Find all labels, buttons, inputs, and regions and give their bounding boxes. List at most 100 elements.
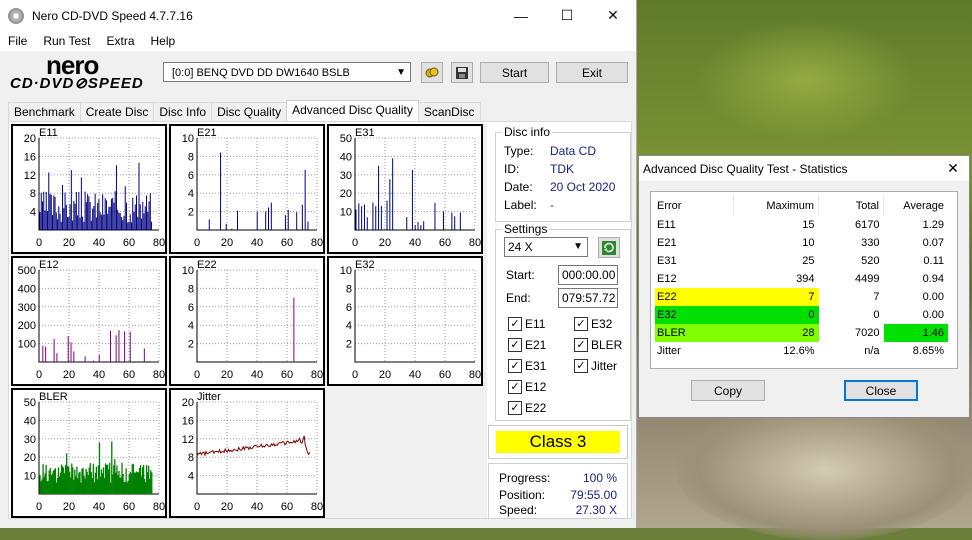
y-tick-label: 6 — [188, 170, 194, 182]
y-tick-label: 8 — [188, 283, 194, 295]
speed-select[interactable]: 24 X ▼ — [504, 237, 588, 257]
check-icon: ✓ — [574, 317, 588, 331]
progress-label: Progress: — [499, 471, 551, 485]
cell-error: BLER — [655, 324, 734, 342]
disc-info-group: Disc info Type: Data CD ID: TDK Date: 20… — [495, 125, 631, 222]
cell-error: E21 — [657, 237, 677, 249]
disc-id: TDK — [550, 162, 574, 176]
cell-total: 7020 — [855, 327, 880, 339]
graph-e32: E32 0 20 40 60 80 10 8 6 4 2 — [327, 256, 483, 386]
end-label: End: — [506, 291, 531, 305]
cell-maximum: 0 — [733, 306, 819, 324]
copy-button[interactable]: Copy — [691, 380, 765, 401]
cell-average: 8.65% — [912, 345, 944, 357]
checkbox-e11[interactable]: ✓ E11 — [508, 317, 545, 331]
graph-e12: E12 0 20 40 60 80 500 400 300 200 100 — [11, 256, 167, 386]
cell-maximum: 12.6% — [783, 345, 815, 357]
checkbox-e31[interactable]: ✓ E31 — [508, 359, 546, 373]
y-tick-label: 300 — [18, 302, 36, 314]
checkbox-e12[interactable]: ✓ E12 — [508, 380, 546, 394]
y-tick-label: 6 — [188, 302, 194, 314]
close-button[interactable]: ✕ — [590, 0, 636, 31]
end-field[interactable]: 079:57.72 — [558, 288, 618, 308]
y-tick-label: 20 — [24, 452, 36, 464]
menu-extra[interactable]: Extra — [98, 34, 142, 48]
cell-total: 520 — [861, 255, 880, 267]
x-tick-label: 60 — [281, 501, 293, 513]
x-tick-label: 60 — [439, 369, 451, 381]
checkbox-label: E32 — [591, 317, 613, 331]
x-tick-label: 20 — [63, 237, 75, 249]
x-tick-label: 80 — [153, 369, 165, 381]
y-tick-label: 30 — [24, 434, 36, 446]
start-button[interactable]: Start — [480, 62, 549, 83]
y-tick-label: 20 — [24, 133, 36, 145]
x-tick-label: 40 — [93, 369, 105, 381]
save-icon[interactable] — [451, 62, 473, 83]
maximize-button[interactable]: ☐ — [544, 0, 590, 31]
menu-file[interactable]: File — [0, 34, 35, 48]
menu-run-test[interactable]: Run Test — [35, 34, 98, 48]
x-tick-label: 60 — [281, 237, 293, 249]
cell-total: 4499 — [855, 273, 880, 285]
x-tick-label: 80 — [153, 501, 165, 513]
start-field[interactable]: 000:00.00 — [558, 265, 618, 285]
graph-title: E12 — [39, 259, 59, 271]
check-icon: ✓ — [508, 317, 522, 331]
checkbox-e21[interactable]: ✓ E21 — [508, 338, 546, 352]
refresh-icon[interactable] — [598, 237, 620, 258]
checkbox-e32[interactable]: ✓ E32 — [574, 317, 612, 331]
tab-disc-quality[interactable]: Disc Quality — [211, 102, 288, 122]
check-icon: ✓ — [508, 380, 522, 394]
x-tick-label: 0 — [36, 501, 42, 513]
dialog-close-icon[interactable]: ✕ — [937, 160, 969, 177]
x-tick-label: 20 — [63, 369, 75, 381]
x-tick-label: 0 — [352, 237, 358, 249]
tab-scandisc[interactable]: ScanDisc — [417, 102, 481, 122]
x-tick-label: 40 — [93, 501, 105, 513]
dialog-close-button[interactable]: Close — [844, 380, 918, 401]
checkbox-bler[interactable]: ✓ BLER — [574, 338, 622, 352]
x-tick-label: 60 — [439, 237, 451, 249]
graph-e11: E11 0 20 40 60 80 20 16 12 8 4 — [11, 124, 167, 254]
x-tick-label: 40 — [251, 237, 263, 249]
tab-bar: Benchmark Create Disc Disc Info Disc Qua… — [8, 100, 481, 122]
y-tick-label: 8 — [188, 452, 194, 464]
speed-label: Speed: — [499, 503, 538, 517]
cell-maximum: 10 — [802, 237, 815, 249]
tab-advanced-disc-quality[interactable]: Advanced Disc Quality — [286, 100, 419, 122]
col-maximum: Maximum — [733, 196, 819, 216]
progress-value: 100 % — [582, 471, 617, 485]
checkbox-label: E11 — [525, 317, 546, 331]
x-tick-label: 40 — [93, 237, 105, 249]
x-tick-label: 80 — [311, 369, 323, 381]
x-tick-label: 0 — [36, 369, 42, 381]
checkbox-jitter[interactable]: ✓ Jitter — [574, 359, 617, 373]
menu-help[interactable]: Help — [143, 34, 184, 48]
graphs-area: E11 0 20 40 60 80 20 16 12 8 4 E21 0 20 40 60 80 10 8 6 4 2 E3… — [11, 124, 487, 518]
eject-icon[interactable] — [421, 62, 443, 83]
x-tick-label: 80 — [311, 237, 323, 249]
table-row: Jitter 12.6% n/a 8.65% — [655, 342, 948, 360]
checkbox-label: E22 — [525, 401, 547, 415]
y-tick-label: 100 — [18, 339, 36, 351]
x-tick-label: 40 — [409, 237, 421, 249]
graph-title: E31 — [355, 127, 375, 139]
checkbox-label: E21 — [525, 338, 547, 352]
x-tick-label: 40 — [251, 501, 263, 513]
jitter-trace — [196, 435, 311, 457]
y-tick-label: 10 — [340, 207, 352, 219]
drive-select[interactable]: [0:0] BENQ DVD DD DW1640 BSLB ▼ — [163, 62, 411, 82]
minimize-button[interactable]: — — [498, 0, 544, 31]
exit-button[interactable]: Exit — [556, 62, 628, 83]
y-tick-label: 2 — [188, 339, 194, 351]
cell-average: 0.11 — [923, 255, 944, 267]
tab-disc-info[interactable]: Disc Info — [153, 102, 213, 122]
y-tick-label: 12 — [182, 434, 194, 446]
tab-create-disc[interactable]: Create Disc — [79, 102, 155, 122]
disc-date: 20 Oct 2020 — [550, 180, 616, 194]
chevron-down-icon: ▼ — [396, 67, 406, 78]
tab-benchmark[interactable]: Benchmark — [8, 102, 81, 122]
graph-title: E21 — [197, 127, 217, 139]
checkbox-e22[interactable]: ✓ E22 — [508, 401, 546, 415]
